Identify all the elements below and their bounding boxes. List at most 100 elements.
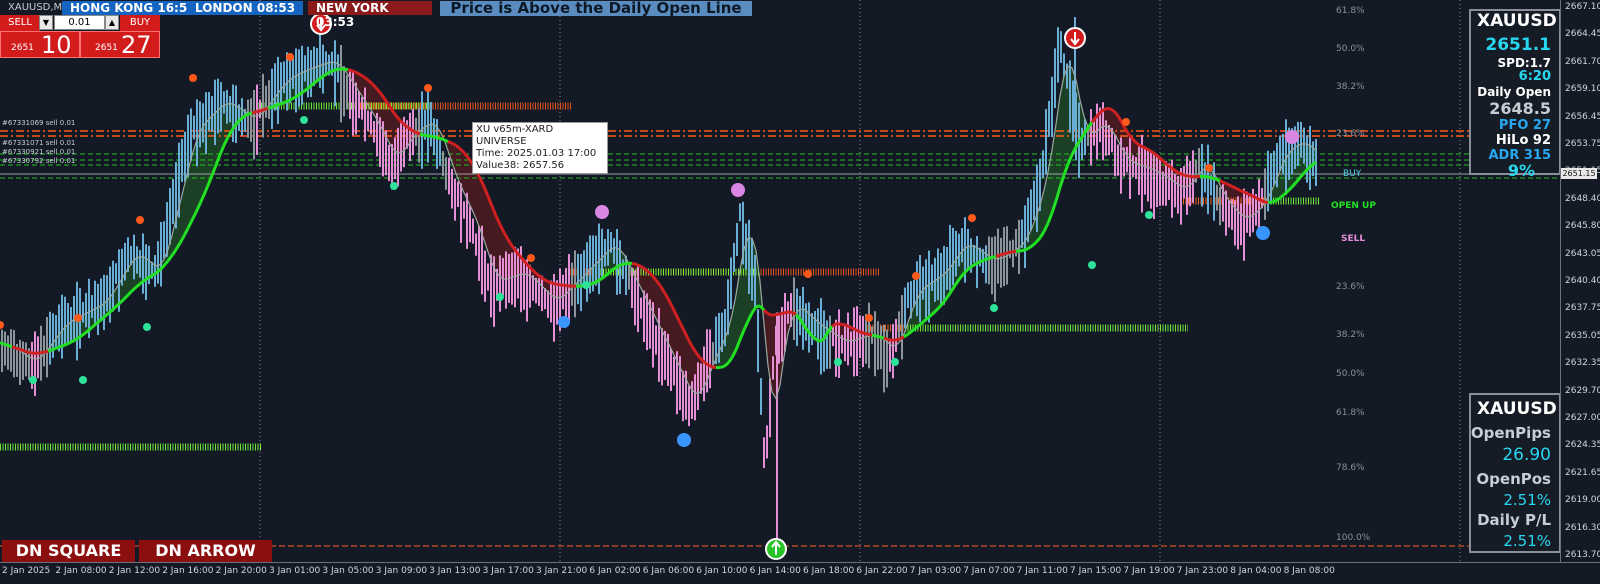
time-tick-label: 6 Jan 10:00	[696, 566, 748, 576]
open-up-label: OPEN UP	[1331, 201, 1376, 211]
time-tick-label: 6 Jan 02:00	[589, 566, 641, 576]
sell-price-pips: 10	[41, 31, 72, 59]
fib-level-label: 61.8%	[1336, 408, 1365, 418]
slow-ma-segment	[427, 134, 433, 138]
time-tick-label: 3 Jan 09:00	[375, 566, 428, 576]
slow-ma-segment	[251, 110, 257, 115]
info-daily-open-value: 2648.5	[1489, 99, 1551, 118]
signal-dot	[582, 281, 590, 289]
sell-price-box[interactable]: 2651 10	[0, 31, 80, 59]
fib-level-label: 38.2%	[1336, 330, 1365, 340]
slow-ma-segment	[1147, 148, 1153, 154]
slow-ma-segment	[1247, 192, 1253, 198]
pnl-panel: XAUUSD OpenPips 26.90 OpenPos 2.51% Dail…	[1469, 393, 1561, 553]
signal-dot	[912, 272, 920, 280]
slow-ma-segment	[895, 337, 901, 342]
order-label: #67331071 sell 0.01	[2, 139, 76, 147]
slow-ma-segment	[707, 363, 713, 369]
slow-ma-segment	[331, 68, 337, 73]
slow-ma-segment	[879, 335, 885, 340]
signal-dot	[990, 304, 998, 312]
slow-ma-segment	[275, 102, 281, 107]
slow-ma-segment	[1211, 176, 1217, 181]
tooltip-title: XU v65m-XARD UNIVERSE	[476, 124, 554, 147]
price-tick-label: 2629.70	[1565, 385, 1600, 396]
slow-ma-segment	[1235, 187, 1241, 192]
lot-size-input[interactable]: 0.01	[54, 15, 105, 30]
signal-dot	[558, 316, 570, 328]
slow-ma-segment	[15, 346, 21, 351]
slow-ma-segment	[263, 106, 269, 112]
order-labels: #67331069 sell 0.01 #67331071 sell 0.01 …	[2, 119, 75, 166]
slow-ma-segment	[351, 69, 357, 74]
slow-ma-segment	[439, 137, 445, 142]
buy-price-box[interactable]: 2651 27	[80, 31, 160, 59]
open-pips-value: 26.90	[1502, 445, 1551, 465]
slow-ma-segment	[67, 340, 73, 346]
slow-ma-segment	[1243, 190, 1249, 196]
signal-dot	[1256, 226, 1270, 240]
slow-ma-segment	[779, 311, 785, 316]
slow-ma-segment	[271, 104, 277, 109]
slow-ma-segment	[343, 67, 349, 72]
slow-ma-segment	[559, 283, 565, 287]
slow-ma-segment	[411, 128, 417, 134]
slow-ma-segment	[423, 133, 429, 138]
sell-price-prefix: 2651	[11, 43, 34, 53]
slow-ma-segment	[591, 280, 597, 286]
signal-dot	[74, 314, 82, 322]
slow-ma-segment	[991, 254, 997, 259]
slow-ma-segment	[55, 345, 61, 350]
slow-ma-segment	[1231, 185, 1237, 190]
time-tick-label: 3 Jan 13:00	[429, 566, 481, 576]
info-daily-open-label: Daily Open	[1477, 85, 1551, 99]
session-london: LONDON 08:53	[187, 1, 304, 15]
price-tick-label: 2637.75	[1565, 303, 1600, 314]
time-tick-label: 2 Jan 08:00	[55, 566, 107, 576]
price-tick-label: 2635.05	[1565, 330, 1600, 341]
slow-ma-segment	[1251, 194, 1257, 200]
dn-square-button[interactable]: DN SQUARE	[2, 540, 135, 562]
slow-ma-segment	[1007, 250, 1013, 255]
slow-ma-segment	[1103, 106, 1109, 111]
slow-ma-segment	[867, 332, 873, 337]
open-pos-label: OpenPos	[1476, 470, 1551, 488]
slow-ma-segment	[51, 346, 57, 352]
time-tick-label: 6 Jan 06:00	[642, 566, 695, 576]
signal-dot	[79, 376, 87, 384]
signal-dot	[677, 433, 691, 447]
price-tick-label: 2653.75	[1565, 139, 1600, 149]
slow-ma-segment	[43, 349, 49, 354]
slow-ma-segment	[775, 312, 781, 317]
info-price: 2651.1	[1485, 35, 1551, 55]
slow-ma-segment	[39, 350, 45, 355]
slow-ma-segment	[543, 278, 549, 283]
slow-ma-segment	[255, 109, 261, 114]
signal-dot	[865, 314, 873, 322]
time-tick-label: 7 Jan 03:00	[909, 566, 962, 576]
sell-button[interactable]: SELL	[0, 15, 40, 31]
slow-ma-segment	[1023, 247, 1029, 252]
slow-ma-segment	[831, 322, 837, 328]
slow-ma-segment	[619, 262, 625, 267]
info-timer: 6:20	[1518, 69, 1551, 84]
slow-ma-segment	[347, 68, 353, 73]
slow-ma-segment	[859, 330, 865, 335]
time-tick-label: 7 Jan 23:00	[1176, 566, 1229, 576]
lot-decrease-button[interactable]: ▼	[39, 15, 53, 30]
time-tick-label: 7 Jan 15:00	[1070, 566, 1122, 576]
lot-increase-button[interactable]: ▲	[105, 15, 119, 30]
signal-dot	[968, 214, 976, 222]
buy-price-pips: 27	[121, 31, 152, 59]
dn-arrow-button[interactable]: DN ARROW	[139, 540, 272, 562]
slow-ma-segment	[259, 108, 265, 113]
tooltip-value: Value38: 2657.56	[476, 160, 565, 171]
slow-ma-segment	[419, 132, 425, 137]
slow-ma-segment	[415, 131, 421, 136]
buy-button[interactable]: BUY	[120, 15, 160, 31]
chart-grid	[259, 0, 1461, 562]
slow-ma-segment	[983, 257, 989, 262]
time-tick-label: 2 Jan 2025	[2, 566, 51, 576]
price-tick-label: 2632.35	[1565, 358, 1600, 369]
fib-level-label: 50.0%	[1336, 369, 1365, 379]
